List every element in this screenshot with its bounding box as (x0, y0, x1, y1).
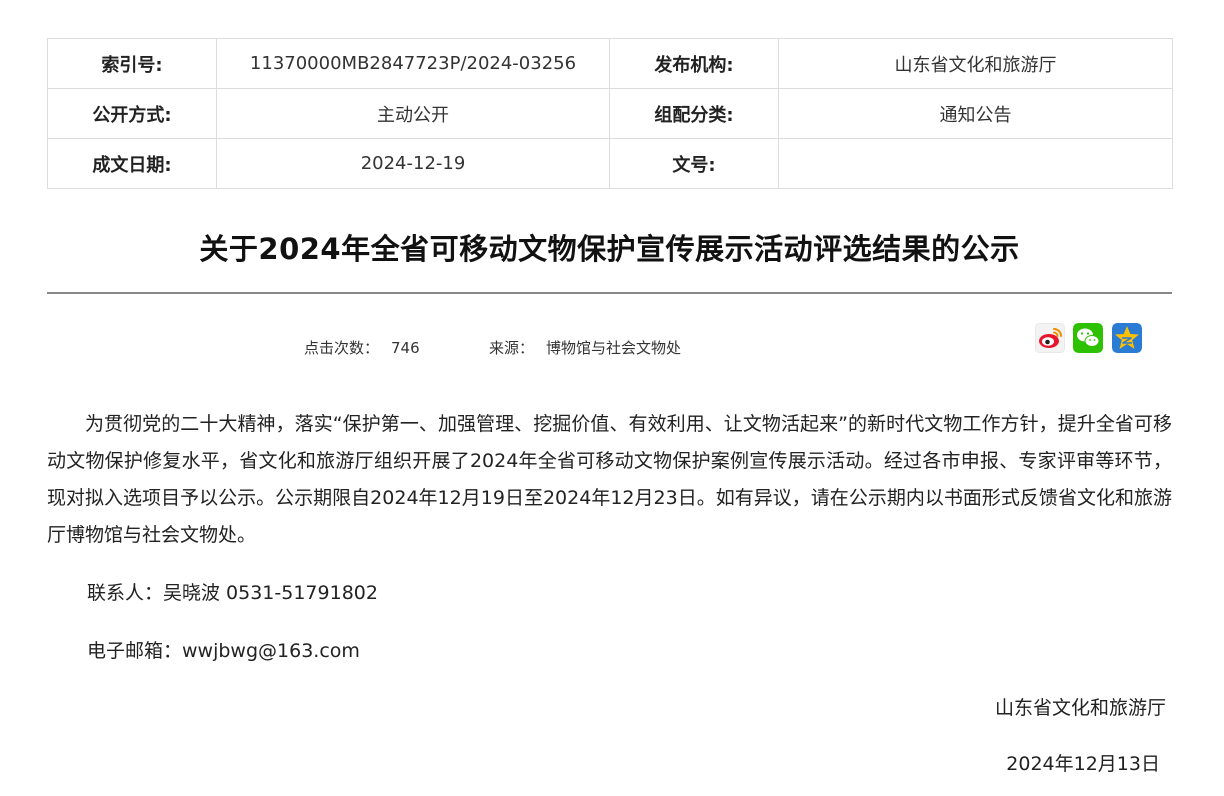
click-count: 点击次数： 746 (304, 337, 420, 358)
index-number-value: 11370000MB2847723P/2024-03256 (216, 38, 610, 89)
publisher-label: 发布机构: (609, 38, 779, 89)
contact-email: 电子邮箱：wwjbwg@163.com (87, 640, 360, 662)
click-count-label: 点击次数： (304, 339, 380, 357)
category-label: 组配分类: (609, 88, 779, 139)
table-row: 公开方式: 主动公开 组配分类: 通知公告 (47, 88, 1173, 139)
source-label: 来源： (489, 339, 535, 357)
disclosure-method-value: 主动公开 (216, 88, 610, 139)
contact-person: 联系人：吴晓波 0531-51791802 (87, 582, 378, 604)
wechat-icon[interactable] (1073, 323, 1103, 353)
issuer-signature: 山东省文化和旅游厅 (994, 697, 1166, 719)
article-paragraph: 为贯彻党的二十大精神，落实“保护第一、加强管理、挖掘价值、有效利用、让文物活起来… (47, 413, 1172, 546)
disclosure-method-label: 公开方式: (47, 88, 217, 139)
table-row: 索引号: 11370000MB2847723P/2024-03256 发布机构:… (47, 38, 1173, 89)
document-meta-table: 索引号: 11370000MB2847723P/2024-03256 发布机构:… (47, 38, 1173, 189)
category-value: 通知公告 (778, 88, 1173, 139)
weibo-icon[interactable] (1035, 323, 1065, 353)
source: 来源： 博物馆与社会文物处 (489, 337, 681, 358)
written-date-label: 成文日期: (47, 138, 217, 189)
issue-date: 2024年12月13日 (1006, 753, 1160, 775)
click-count-value: 746 (391, 339, 420, 357)
qzone-icon[interactable] (1112, 323, 1142, 353)
publisher-value: 山东省文化和旅游厅 (778, 38, 1173, 89)
source-value: 博物馆与社会文物处 (546, 339, 682, 357)
written-date-value: 2024-12-19 (216, 138, 610, 189)
table-row: 成文日期: 2024-12-19 文号: (47, 138, 1173, 189)
document-number-label: 文号: (609, 138, 779, 189)
title-divider (47, 292, 1172, 294)
document-number-value (778, 138, 1173, 189)
article-title: 关于2024年全省可移动文物保护宣传展示活动评选结果的公示 (199, 232, 1020, 266)
index-number-label: 索引号: (47, 38, 217, 89)
